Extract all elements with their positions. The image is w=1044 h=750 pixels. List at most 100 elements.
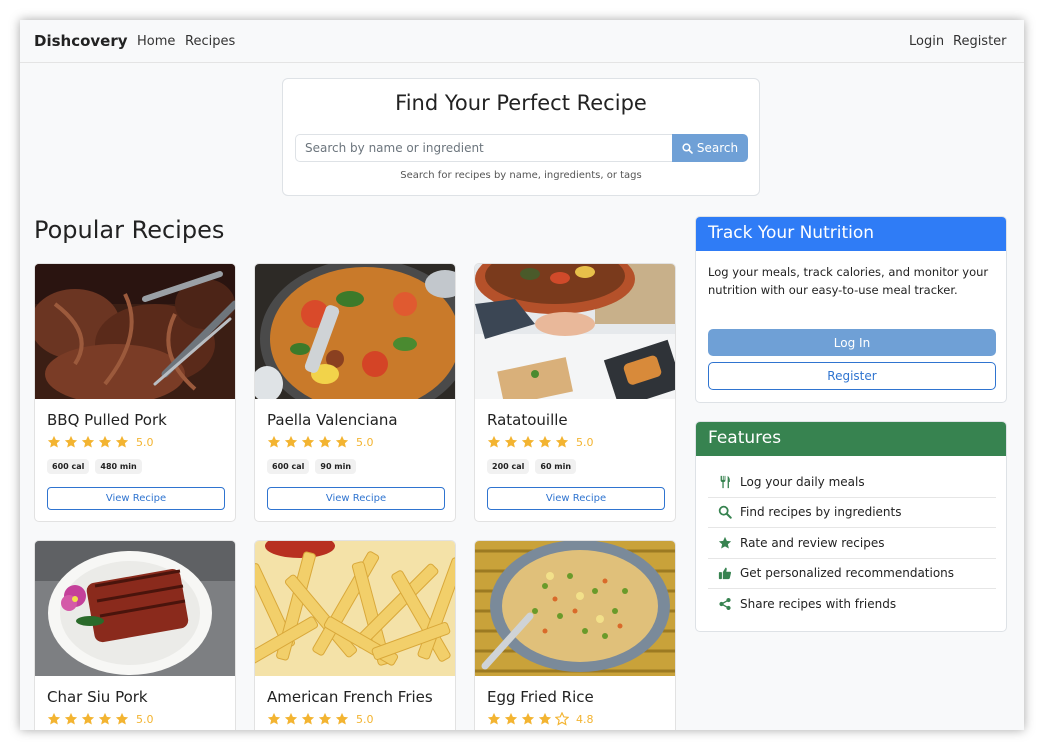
nav-link-home[interactable]: Home	[137, 34, 175, 49]
recipe-badges: 200 cal 60 min	[487, 459, 577, 474]
recipe-rating: 5.0	[267, 435, 374, 449]
star-filled-icon	[47, 712, 61, 725]
recipe-image-egg-fried-rice[interactable]	[475, 541, 676, 676]
star-rating	[487, 712, 569, 726]
features-card: Features Log your daily meals Find recip…	[695, 421, 1007, 632]
view-recipe-button[interactable]: View Recipe	[487, 487, 665, 510]
search-input[interactable]	[295, 134, 673, 162]
star-filled-icon	[98, 712, 112, 725]
popular-recipes-heading: Popular Recipes	[34, 216, 225, 244]
recipe-badges: 600 cal 90 min	[267, 459, 357, 474]
view-recipe-button[interactable]: View Recipe	[267, 487, 445, 510]
recipe-rating: 5.0	[487, 435, 594, 449]
recipe-rating: 5.0	[267, 712, 374, 726]
features-list: Log your daily meals Find recipes by ing…	[708, 467, 996, 620]
recipe-rating: 4.8	[487, 712, 594, 726]
star-filled-icon	[267, 435, 281, 448]
recipe-rating: 5.0	[47, 435, 154, 449]
nav-link-register[interactable]: Register	[953, 34, 1007, 49]
nutrition-card: Track Your Nutrition Log your meals, tra…	[695, 216, 1007, 403]
recipe-title: Char Siu Pork	[47, 688, 148, 706]
search-button[interactable]: Search	[672, 134, 748, 162]
feature-item: Get personalized recommendations	[708, 559, 996, 589]
recipe-image-bbq-pulled-pork[interactable]	[35, 264, 236, 399]
star-filled-icon	[504, 435, 518, 448]
feature-label: Share recipes with friends	[740, 597, 897, 612]
star-filled-icon	[521, 712, 535, 725]
search-help-text: Search for recipes by name, ingredients,…	[400, 170, 642, 181]
time-badge: 60 min	[535, 459, 577, 474]
star-rating	[267, 435, 349, 449]
recipe-card: Egg Fried Rice 4.8	[474, 540, 676, 730]
recipe-card: Ratatouille 5.0 200 cal 60 min View Reci…	[474, 263, 676, 522]
rating-value: 4.8	[576, 712, 594, 726]
star-filled-icon	[318, 712, 332, 725]
star-filled-icon	[538, 712, 552, 725]
calories-badge: 600 cal	[47, 459, 90, 474]
feature-label: Get personalized recommendations	[740, 566, 955, 581]
nav-link-login[interactable]: Login	[909, 34, 944, 49]
recipe-title: American French Fries	[267, 688, 433, 706]
nav-link-recipes[interactable]: Recipes	[185, 34, 235, 49]
star-filled-icon	[487, 435, 501, 448]
recipe-title: BBQ Pulled Pork	[47, 411, 167, 429]
recipe-title: Ratatouille	[487, 411, 568, 429]
utensils-icon	[720, 475, 730, 488]
recipe-rating: 5.0	[47, 712, 154, 726]
navbar: Dishcovery Home Recipes Login Register	[20, 20, 1024, 63]
nutrition-card-header: Track Your Nutrition	[696, 217, 1006, 251]
star-filled-icon	[538, 435, 552, 448]
star-filled-icon	[115, 712, 129, 725]
star-filled-icon	[284, 435, 298, 448]
star-filled-icon	[98, 435, 112, 448]
star-rating	[47, 435, 129, 449]
feature-label: Log your daily meals	[740, 474, 865, 489]
star-rating	[47, 712, 129, 726]
rating-value: 5.0	[356, 435, 374, 449]
nutrition-description: Log your meals, track calories, and moni…	[708, 265, 989, 297]
star-filled-icon	[487, 712, 501, 725]
star-filled-icon	[81, 712, 95, 725]
register-button[interactable]: Register	[708, 362, 996, 390]
recipe-image-american-french-fries[interactable]	[255, 541, 456, 676]
star-filled-icon	[335, 712, 349, 725]
recipe-badges: 600 cal 480 min	[47, 459, 142, 474]
features-card-header: Features	[696, 422, 1006, 456]
rating-value: 5.0	[356, 712, 374, 726]
star-filled-icon	[521, 435, 535, 448]
time-badge: 480 min	[95, 459, 142, 474]
star-filled-icon	[555, 435, 569, 448]
feature-item: Log your daily meals	[708, 467, 996, 498]
star-filled-icon	[318, 435, 332, 448]
brand-logo[interactable]: Dishcovery	[34, 32, 128, 50]
thumbs-up-icon	[718, 567, 732, 580]
search-card: Find Your Perfect Recipe Search Search f…	[282, 78, 760, 196]
star-filled-icon	[81, 435, 95, 448]
share-icon	[719, 598, 731, 611]
log-in-button[interactable]: Log In	[708, 329, 996, 356]
view-recipe-button[interactable]: View Recipe	[47, 487, 225, 510]
recipe-image-char-siu-pork[interactable]	[35, 541, 236, 676]
star-filled-icon	[335, 435, 349, 448]
recipe-image-ratatouille[interactable]	[475, 264, 676, 399]
recipe-card: BBQ Pulled Pork 5.0 600 cal 480 min View…	[34, 263, 236, 522]
feature-item: Rate and review recipes	[708, 528, 996, 559]
feature-label: Rate and review recipes	[740, 535, 885, 550]
star-icon	[718, 536, 732, 549]
search-title: Find Your Perfect Recipe	[395, 91, 647, 115]
rating-value: 5.0	[136, 712, 154, 726]
calories-badge: 600 cal	[267, 459, 310, 474]
recipe-image-paella-valenciana[interactable]	[255, 264, 456, 399]
recipe-card: American French Fries 5.0	[254, 540, 456, 730]
star-empty-icon	[555, 712, 569, 726]
time-badge: 90 min	[315, 459, 357, 474]
star-filled-icon	[64, 435, 78, 448]
recipe-title: Egg Fried Rice	[487, 688, 594, 706]
star-filled-icon	[301, 435, 315, 448]
recipe-card: Char Siu Pork 5.0	[34, 540, 236, 730]
star-rating	[267, 712, 349, 726]
star-filled-icon	[267, 712, 281, 725]
search-button-label: Search	[696, 141, 739, 155]
star-filled-icon	[47, 435, 61, 448]
star-filled-icon	[115, 435, 129, 448]
